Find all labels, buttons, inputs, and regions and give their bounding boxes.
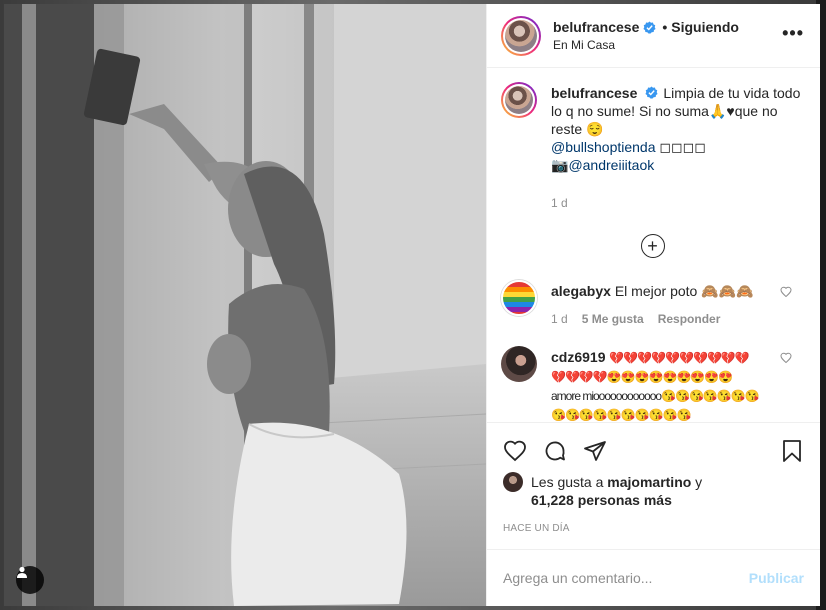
tagged-users-button[interactable] bbox=[16, 566, 44, 594]
likes-summary: Les gusta a majomartino y 61,228 persona… bbox=[503, 472, 804, 509]
mention-link[interactable]: @andreiiitaok bbox=[568, 157, 654, 173]
follow-status-button[interactable]: Siguiendo bbox=[671, 19, 739, 35]
camera-emoji: 📷 bbox=[551, 157, 569, 173]
load-more-comments: + bbox=[501, 234, 804, 258]
likes-connector: y bbox=[691, 474, 703, 490]
more-options-icon[interactable]: ••• bbox=[782, 24, 804, 42]
plus-circle-icon[interactable]: + bbox=[640, 234, 665, 258]
like-comment-heart-icon[interactable] bbox=[780, 352, 792, 364]
post-caption: belufrancese Limpia de tu vida todo lo q… bbox=[501, 82, 804, 212]
post-header: belufrancese • Siguiendo En Mi Casa ••• bbox=[487, 4, 820, 68]
post-photo[interactable] bbox=[4, 4, 486, 606]
share-icon[interactable] bbox=[583, 439, 607, 463]
separator-dot: • bbox=[662, 19, 668, 35]
publish-button[interactable]: Publicar bbox=[749, 570, 804, 586]
mention-link[interactable]: @bullshoptienda bbox=[551, 139, 656, 155]
comment-icon[interactable] bbox=[543, 439, 567, 463]
commenter-avatar[interactable] bbox=[501, 280, 537, 316]
author-avatar[interactable] bbox=[501, 15, 541, 56]
post-sidebar: belufrancese • Siguiendo En Mi Casa ••• bbox=[486, 4, 820, 606]
comment-text: El mejor poto 🙈🙈🙈 bbox=[614, 283, 754, 299]
comment-input[interactable] bbox=[503, 570, 749, 586]
bookmark-icon[interactable] bbox=[780, 439, 804, 463]
caption-time[interactable]: 1 d bbox=[551, 194, 804, 212]
comments-section[interactable]: belufrancese Limpia de tu vida todo lo q… bbox=[487, 68, 820, 422]
post-modal: belufrancese • Siguiendo En Mi Casa ••• bbox=[4, 4, 820, 606]
reply-button[interactable]: Responder bbox=[658, 310, 721, 328]
caption-username[interactable]: belufrancese bbox=[551, 85, 637, 101]
post-age[interactable]: Hace un día bbox=[503, 523, 804, 534]
comment-item: alegabyx El mejor poto 🙈🙈🙈 1 d 5 Me gust… bbox=[501, 280, 804, 328]
caption-suffix: ◻◻◻◻ bbox=[655, 139, 706, 155]
action-icons bbox=[503, 431, 804, 471]
commenter-username[interactable]: alegabyx bbox=[551, 283, 611, 299]
liker-avatar[interactable] bbox=[503, 472, 523, 492]
comment-item: cdz6919 💔💔💔💔💔💔💔💔💔💔💔💔💔💔😍😍😍😍😍😍😍😍😍amore mio… bbox=[501, 346, 804, 422]
likes-prefix: Les gusta a bbox=[531, 474, 608, 490]
comment-likes[interactable]: 5 Me gusta bbox=[582, 310, 644, 328]
verified-badge-icon bbox=[645, 86, 658, 99]
caption-avatar[interactable] bbox=[501, 82, 537, 118]
comment-time[interactable]: 1 d bbox=[551, 310, 568, 328]
heart-icon[interactable] bbox=[503, 439, 527, 463]
commenter-username[interactable]: cdz6919 bbox=[551, 349, 605, 365]
commenter-avatar[interactable] bbox=[501, 346, 537, 382]
post-actions: Les gusta a majomartino y 61,228 persona… bbox=[487, 422, 820, 534]
add-comment-bar: Publicar bbox=[487, 549, 820, 606]
likes-count[interactable]: 61,228 personas más bbox=[531, 492, 672, 508]
person-icon bbox=[17, 566, 27, 578]
post-location[interactable]: En Mi Casa bbox=[553, 38, 739, 52]
photo-illustration bbox=[4, 4, 486, 606]
verified-badge-icon bbox=[643, 20, 656, 34]
liker-username[interactable]: majomartino bbox=[607, 474, 691, 490]
author-username[interactable]: belufrancese bbox=[553, 19, 639, 35]
like-comment-heart-icon[interactable] bbox=[780, 286, 792, 298]
